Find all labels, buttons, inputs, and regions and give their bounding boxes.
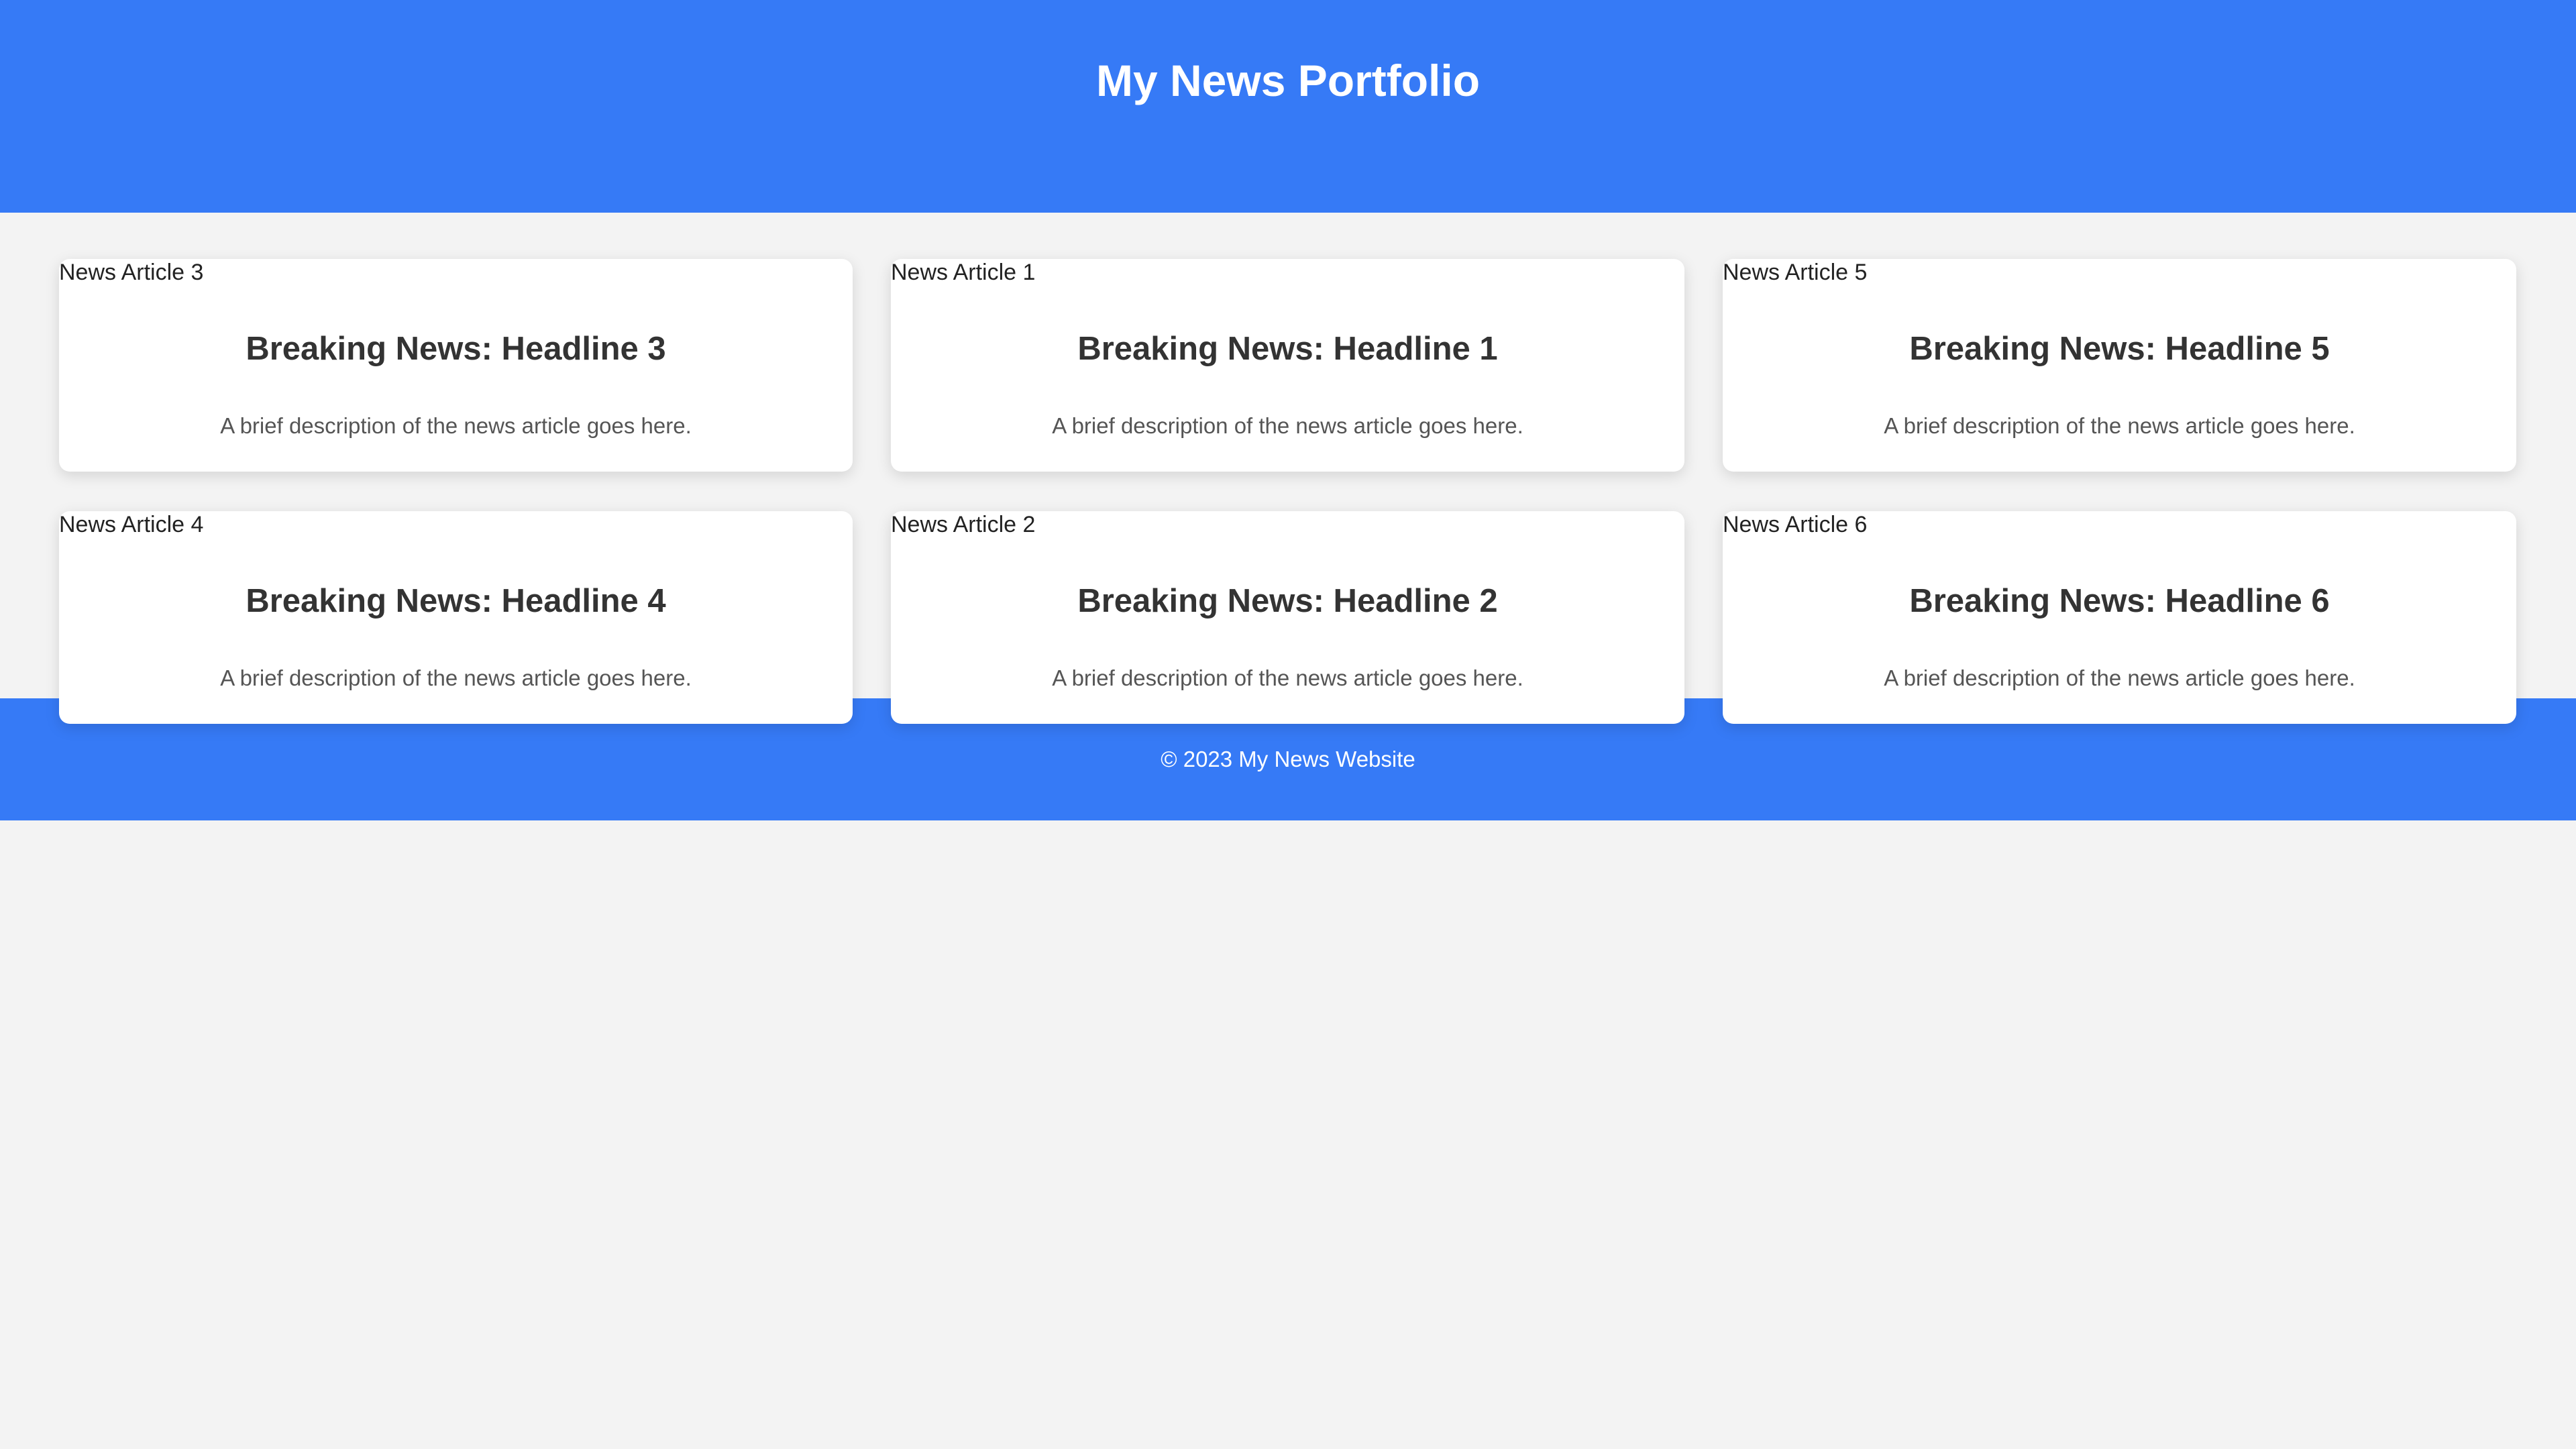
article-description: A brief description of the news article … xyxy=(1052,665,1523,690)
article-image-alt: News Article 5 xyxy=(1723,260,1868,285)
article-image: News Article 4 xyxy=(59,511,203,538)
article-headline[interactable]: Breaking News: Headline 3 xyxy=(59,329,853,369)
article-image-alt: News Article 1 xyxy=(891,260,1036,285)
article-card[interactable]: News Article 4 Breaking News: Headline 4… xyxy=(59,511,853,724)
article-grid: News Article 3 Breaking News: Headline 3… xyxy=(0,213,2576,724)
article-headline[interactable]: Breaking News: Headline 4 xyxy=(59,581,853,621)
article-image: News Article 5 xyxy=(1723,259,1867,286)
article-description: A brief description of the news article … xyxy=(1884,665,2355,690)
article-image-alt: News Article 2 xyxy=(891,512,1036,537)
article-description: A brief description of the news article … xyxy=(1884,413,2355,438)
article-card[interactable]: News Article 1 Breaking News: Headline 1… xyxy=(891,259,1684,472)
article-description: A brief description of the news article … xyxy=(220,665,692,690)
article-card[interactable]: News Article 5 Breaking News: Headline 5… xyxy=(1723,259,2516,472)
article-card[interactable]: News Article 2 Breaking News: Headline 2… xyxy=(891,511,1684,724)
footer-copyright: © 2023 My News Website xyxy=(1161,747,1415,771)
article-card[interactable]: News Article 3 Breaking News: Headline 3… xyxy=(59,259,853,472)
site-header: My News Portfolio xyxy=(0,0,2576,213)
article-image: News Article 6 xyxy=(1723,511,1867,538)
article-headline[interactable]: Breaking News: Headline 1 xyxy=(891,329,1684,369)
article-image: News Article 2 xyxy=(891,511,1035,538)
article-image-alt: News Article 3 xyxy=(59,260,204,285)
article-description: A brief description of the news article … xyxy=(220,413,692,438)
article-image: News Article 1 xyxy=(891,259,1035,286)
article-card[interactable]: News Article 6 Breaking News: Headline 6… xyxy=(1723,511,2516,724)
article-description: A brief description of the news article … xyxy=(1052,413,1523,438)
article-headline[interactable]: Breaking News: Headline 2 xyxy=(891,581,1684,621)
article-image-alt: News Article 4 xyxy=(59,512,204,537)
page-title: My News Portfolio xyxy=(1095,56,1481,105)
article-headline[interactable]: Breaking News: Headline 5 xyxy=(1723,329,2516,369)
article-headline[interactable]: Breaking News: Headline 6 xyxy=(1723,581,2516,621)
article-image: News Article 3 xyxy=(59,259,203,286)
article-image-alt: News Article 6 xyxy=(1723,512,1868,537)
